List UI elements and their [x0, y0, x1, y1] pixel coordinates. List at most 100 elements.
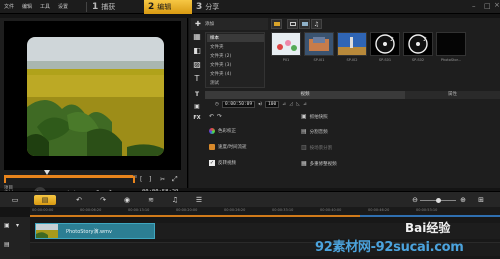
step-capture[interactable]: 1 捕获 [86, 0, 142, 14]
import-folder-icon[interactable] [271, 19, 282, 29]
watermark-site: 92素材网-92sucai.com [315, 240, 464, 255]
folder-item[interactable]: 测试 [210, 80, 272, 86]
clock-icon: ◷ [215, 102, 219, 107]
timeline-toolbar: ▭ ▤ ↶ ↷ ◉ ≋ ♫ ☰ ⊖ ⊕ ⊞ [0, 191, 500, 207]
split-audio-row[interactable]: ▤ 分割音频 [301, 128, 328, 135]
tick-label: 00:00:33:10 [272, 208, 294, 212]
overlay-track-icon[interactable]: ▤ [4, 241, 10, 248]
camera-icon: ▣ [301, 113, 307, 120]
track-manager-icon[interactable]: ☰ [192, 195, 206, 205]
speed-label: 速度/时间流逝 [218, 145, 247, 150]
svg-text:♪: ♪ [423, 36, 427, 43]
clip-thumbnail [36, 224, 58, 238]
tick-label: 00:00:53:10 [416, 208, 438, 212]
preview-panel: [ ] ✂ ⤢ 项目 素材 ▶ ⏮ ◀ ▶ ⏭ ↻ ♪ ⇔ 00:00:58:2… [0, 18, 188, 199]
fade-icons[interactable]: ⊿ ◿ ◺ ⊿ [282, 102, 308, 107]
menu-tools[interactable]: 工具 [40, 3, 50, 10]
folder-item[interactable]: 文件夹 (3) [210, 62, 272, 68]
minimize-icon[interactable]: – [472, 2, 476, 10]
close-icon[interactable]: × [494, 1, 500, 9]
graphics-side-icon[interactable]: ▣ [191, 103, 203, 110]
step-edit-num: 2 [148, 2, 155, 12]
track-toggle-icon[interactable]: ▾ [16, 222, 19, 229]
library-thumb[interactable]: ♪ [370, 32, 400, 56]
tick-label: 00:00:26:20 [224, 208, 246, 212]
auto-music-icon[interactable]: ♫ [168, 195, 182, 205]
fx-side-icon[interactable]: FX [191, 115, 203, 121]
options-tabs: 视频 属性 [205, 91, 500, 99]
preview-image [27, 37, 164, 156]
audio-mixer-icon[interactable]: ≋ [144, 195, 158, 205]
menu-file[interactable]: 文件 [4, 3, 14, 10]
zoom-knob[interactable] [436, 198, 441, 203]
media-category-icon[interactable]: ▦ [191, 32, 203, 44]
multi-trim-icon: ▦ [301, 160, 307, 167]
speed-row[interactable]: 速度/时间流逝 [209, 144, 247, 150]
color-correction-row[interactable]: 色彩校正 [209, 128, 236, 134]
tab-video[interactable]: 视频 [205, 91, 405, 99]
scene-split-row[interactable]: ▥ 按场景分割 [301, 144, 332, 151]
mark-in-icon[interactable] [4, 176, 8, 183]
step-edit-label: 编辑 [157, 3, 172, 11]
library-thumb[interactable] [436, 32, 466, 56]
library-panel: ✚ 添加 ▦ ◧ ▨ T 样本 文件夹 文件夹 (2) 文件夹 (3) 文件夹 … [189, 18, 500, 91]
reverse-checkbox[interactable]: ✓ [209, 160, 215, 166]
menu-settings[interactable]: 设置 [58, 3, 68, 10]
color-wheel-icon [209, 128, 215, 134]
redo-icon[interactable]: ↷ [96, 195, 110, 205]
snapshot-label: 抓拍快照 [309, 114, 328, 120]
step-share[interactable]: 3 分享 [196, 0, 256, 14]
preview-screen [4, 21, 181, 170]
volume-field[interactable]: 100 [265, 101, 280, 108]
thumb-label: PhotoStor... [440, 58, 462, 62]
rotate-right-icon[interactable]: ↷ [217, 113, 222, 120]
rotate-left-icon[interactable]: ↶ [209, 113, 214, 120]
add-folder-icon[interactable]: ✚ [195, 20, 201, 28]
mark-out-icon[interactable] [131, 176, 135, 183]
fit-project-icon[interactable]: ⊞ [474, 195, 488, 205]
bracket-in-icon[interactable]: [ [140, 176, 142, 183]
show-photo-icon[interactable] [299, 19, 310, 29]
video-track-icon[interactable]: ▣ [4, 222, 10, 229]
instant-project-icon[interactable]: ◧ [191, 46, 203, 58]
multi-trim-row[interactable]: ▦ 多重修整视频 [301, 160, 337, 167]
library-thumb[interactable] [304, 32, 334, 56]
color-correction-label: 色彩校正 [218, 129, 236, 134]
bracket-out-icon[interactable]: ] [149, 176, 151, 183]
transition-icon[interactable]: ▨ [191, 60, 203, 72]
library-thumb[interactable] [337, 32, 367, 56]
duration-field[interactable]: 0:00:50:09 [221, 101, 256, 108]
thumb-label: P01 [282, 58, 290, 62]
add-folder-label[interactable]: 添加 [205, 21, 214, 27]
maximize-icon[interactable]: □ [484, 2, 491, 10]
library-thumb[interactable] [271, 32, 301, 56]
show-video-icon[interactable] [287, 19, 298, 29]
menu-edit[interactable]: 编辑 [22, 3, 32, 10]
title-side-icon[interactable]: T [191, 91, 203, 98]
folder-item[interactable]: 文件夹 [210, 44, 272, 50]
reverse-row[interactable]: ✓ 反转视频 [209, 160, 236, 166]
top-bar: 文件 编辑 工具 设置 1 捕获 2 编辑 3 分享 – □ × [0, 0, 500, 14]
zoom-in-icon[interactable]: ⊕ [456, 195, 470, 205]
scrub-handle[interactable] [44, 170, 50, 175]
step-edit[interactable]: 2 编辑 [144, 0, 192, 14]
duration-row: ◷ 0:00:50:09 ◂) 100 ⊿ ◿ ◺ ⊿ [215, 101, 308, 108]
timeline-view-icon[interactable]: ▭ [8, 195, 22, 205]
tab-attribute[interactable]: 属性 [405, 91, 500, 99]
scissors-icon[interactable]: ✂ [160, 176, 165, 183]
folder-item[interactable]: 文件夹 (4) [210, 71, 272, 77]
snapshot-row[interactable]: ▣ 抓拍快照 [301, 113, 328, 120]
speed-icon [209, 144, 215, 150]
enlarge-icon[interactable]: ⤢ [172, 175, 178, 184]
svg-text:♪: ♪ [390, 36, 394, 43]
library-thumb[interactable]: ♪ [403, 32, 433, 56]
record-icon[interactable]: ◉ [120, 195, 134, 205]
tick-label: 00:00:20:00 [176, 208, 198, 212]
show-audio-icon[interactable]: ♫ [311, 19, 322, 29]
storyboard-view-icon[interactable]: ▤ [34, 195, 56, 205]
title-icon[interactable]: T [191, 74, 203, 86]
undo-icon[interactable]: ↶ [72, 195, 86, 205]
scene-split-label: 按场景分割 [309, 145, 333, 151]
folder-item[interactable]: 文件夹 (2) [210, 53, 272, 59]
folder-item[interactable]: 样本 [210, 35, 272, 41]
